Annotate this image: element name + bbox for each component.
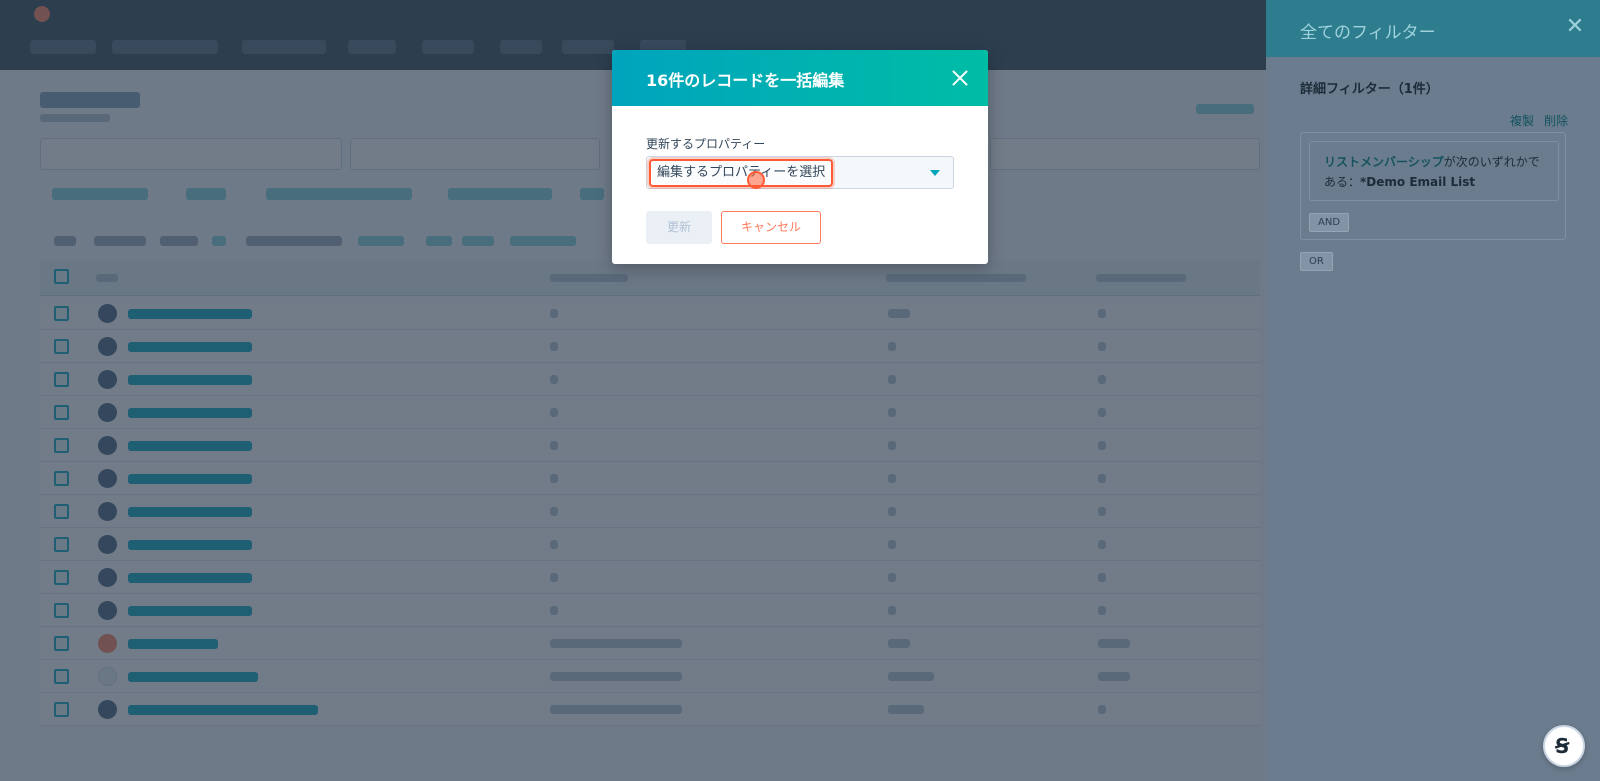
modal-header: 16件のレコードを一括編集: [612, 50, 988, 106]
cancel-button[interactable]: キャンセル: [721, 211, 821, 244]
filter-condition-card[interactable]: リストメンバーシップが次のいずれかである：*Demo Email List: [1309, 141, 1559, 201]
panel-header: 全てのフィルター ✕: [1266, 0, 1600, 57]
update-button[interactable]: 更新: [646, 211, 712, 244]
filter-group: リストメンバーシップが次のいずれかである：*Demo Email List AN…: [1300, 132, 1566, 240]
all-filters-panel: 全てのフィルター ✕ 詳細フィルター（1件） 複製 削除 リストメンバーシップが次…: [1266, 0, 1600, 781]
delete-link[interactable]: 削除: [1544, 114, 1568, 128]
bulk-edit-modal: 16件のレコードを一括編集 更新するプロパティー 編集するプロパティーを選択 更…: [612, 50, 988, 264]
filter-property[interactable]: リストメンバーシップ: [1324, 155, 1444, 169]
property-field-label: 更新するプロパティー: [646, 137, 766, 151]
help-button[interactable]: Ꞩ: [1543, 725, 1585, 767]
close-icon[interactable]: [948, 66, 972, 90]
panel-title: 全てのフィルター: [1300, 23, 1436, 43]
modal-title: 16件のレコードを一括編集: [646, 71, 845, 90]
property-select-placeholder[interactable]: 編集するプロパティーを選択: [649, 159, 834, 187]
duplicate-link[interactable]: 複製: [1510, 114, 1534, 128]
caret-down-icon: [930, 170, 940, 176]
filter-group-actions: 複製 削除: [1510, 112, 1578, 129]
and-button[interactable]: AND: [1309, 213, 1350, 232]
or-button[interactable]: OR: [1300, 252, 1333, 271]
advanced-filters-heading: 詳細フィルター（1件）: [1300, 82, 1439, 97]
click-indicator: [747, 171, 765, 189]
filter-value: *Demo Email List: [1360, 175, 1476, 189]
close-icon[interactable]: ✕: [1564, 16, 1586, 38]
help-icon: Ꞩ: [1555, 734, 1570, 758]
